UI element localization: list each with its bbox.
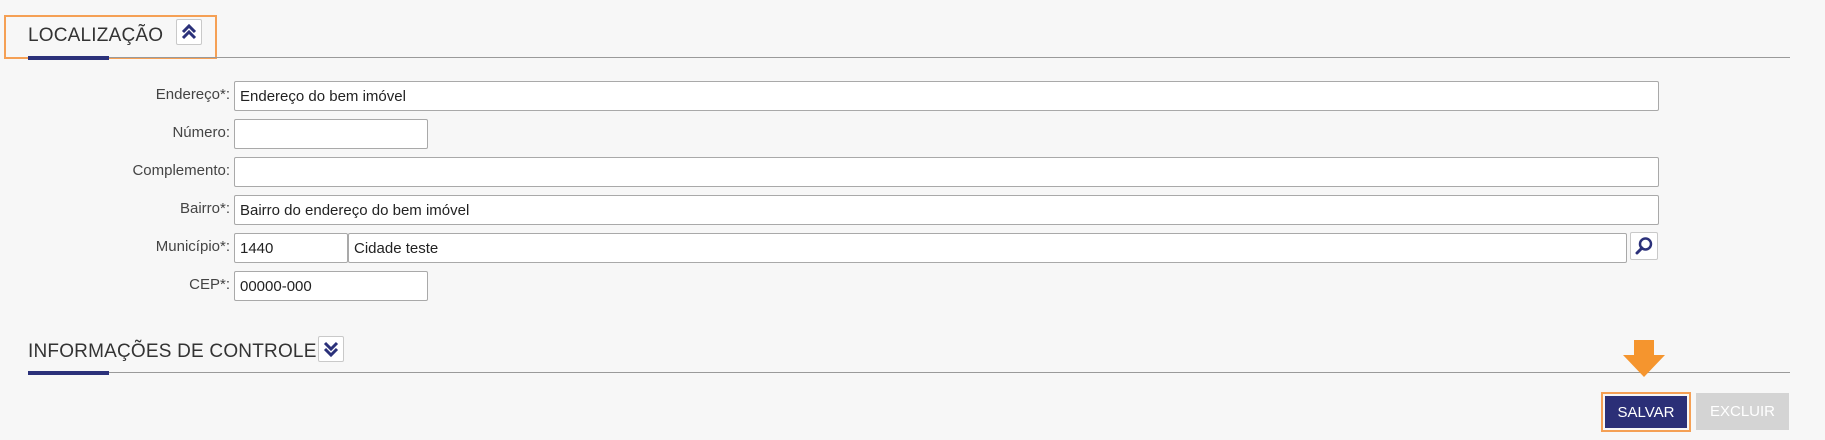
double-chevron-down-icon [323, 341, 339, 358]
label-complemento: Complemento: [132, 162, 230, 179]
collapse-localizacao-button[interactable] [176, 19, 202, 45]
cep-input[interactable] [234, 271, 428, 301]
label-bairro: Bairro*: [179, 200, 230, 217]
save-button-highlight: SALVAR [1601, 392, 1691, 432]
save-button[interactable]: SALVAR [1605, 396, 1687, 428]
expand-informacoes-controle-button[interactable] [318, 336, 344, 362]
arrow-down-annotation-icon [1623, 340, 1665, 377]
section-underline [28, 56, 109, 60]
section-header-informacoes-controle: INFORMAÇÕES DE CONTROLE [28, 332, 1790, 375]
bairro-input[interactable] [234, 195, 1659, 225]
label-numero: Número: [172, 124, 230, 141]
delete-button[interactable]: EXCLUIR [1696, 393, 1789, 430]
section-title-localizacao: LOCALIZAÇÃO [28, 25, 164, 46]
section-title-informacoes-controle: INFORMAÇÕES DE CONTROLE [28, 341, 317, 362]
label-endereco: Endereço*: [155, 86, 230, 103]
municipio-code-input[interactable] [234, 233, 348, 263]
search-icon [1635, 237, 1653, 255]
section-header-localizacao: LOCALIZAÇÃO [28, 17, 1790, 60]
label-municipio: Município*: [155, 238, 230, 255]
section-underline [28, 371, 109, 375]
endereco-input[interactable] [234, 81, 1659, 111]
complemento-input[interactable] [234, 157, 1659, 187]
double-chevron-up-icon [181, 23, 197, 40]
label-cep: CEP*: [189, 276, 230, 293]
numero-input[interactable] [234, 119, 428, 149]
municipio-search-button[interactable] [1630, 232, 1658, 260]
municipio-name-input[interactable] [348, 233, 1627, 263]
